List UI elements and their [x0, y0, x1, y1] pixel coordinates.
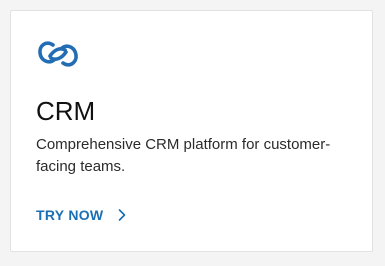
card-title: CRM	[36, 96, 96, 126]
try-now-label: TRY NOW	[36, 207, 104, 223]
try-now-link[interactable]: TRY NOW	[36, 207, 127, 223]
chevron-right-icon	[117, 208, 127, 222]
product-card: CRM Comprehensive CRM platform for custo…	[10, 10, 373, 252]
interlocking-rings-icon	[36, 38, 80, 70]
card-description: Comprehensive CRM platform for customer-…	[36, 136, 331, 175]
